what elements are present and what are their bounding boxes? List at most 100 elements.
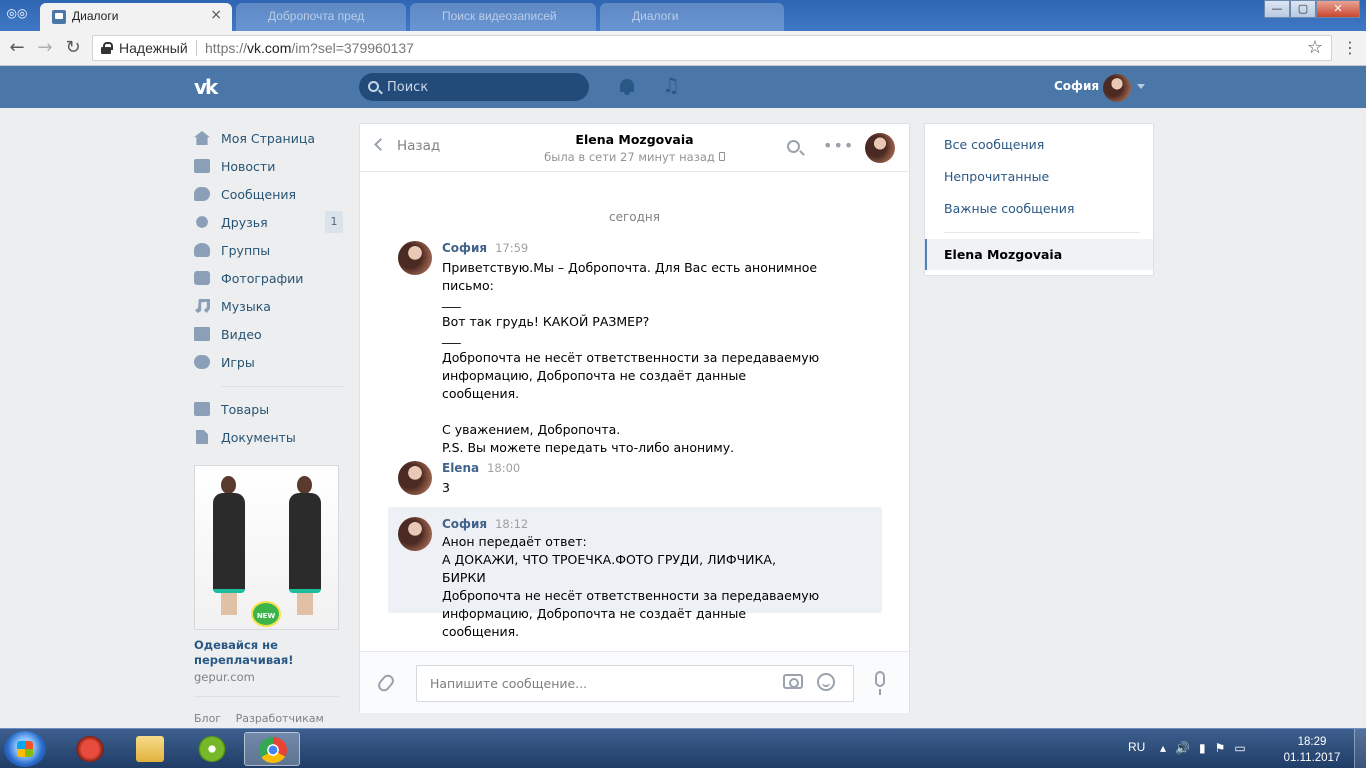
sidebar-item-my-page[interactable]: Моя Страница xyxy=(194,124,344,152)
groups-icon xyxy=(194,243,210,257)
message-text: 3 xyxy=(442,479,822,497)
user-name[interactable]: София xyxy=(1054,79,1099,93)
taskbar-app-ccleaner[interactable] xyxy=(62,732,118,766)
language-indicator[interactable]: RU xyxy=(1128,740,1145,754)
message-line: письмо: xyxy=(442,278,494,293)
search-input[interactable] xyxy=(387,78,577,96)
sidebar-item-documents[interactable]: Документы xyxy=(194,423,344,451)
sidebar-item-games[interactable]: Игры xyxy=(194,348,344,376)
message[interactable]: София 17:59 Приветствую.Мы – Добропочта. … xyxy=(388,241,882,455)
friends-count-badge: 1 xyxy=(325,211,343,233)
search-icon[interactable] xyxy=(787,140,800,153)
show-desktop-button[interactable] xyxy=(1354,729,1366,768)
chevron-down-icon[interactable] xyxy=(1137,84,1145,89)
sidebar-item-market[interactable]: Товары xyxy=(194,395,344,423)
chat-panel: Назад Elena Mozgovaia была в сети 27 мин… xyxy=(359,123,910,713)
maximize-button[interactable]: ▢ xyxy=(1290,0,1316,18)
filter-unread[interactable]: Непрочитанные xyxy=(944,169,1049,184)
clock-time: 18:29 xyxy=(1297,736,1327,748)
lock-icon xyxy=(101,42,113,54)
minimize-button[interactable]: — xyxy=(1264,0,1290,18)
paperclip-icon[interactable] xyxy=(375,672,397,694)
dialog-filter-panel: Все сообщения Непрочитанные Важные сообщ… xyxy=(924,123,1154,276)
avatar[interactable] xyxy=(1103,74,1131,102)
mobile-phone-icon xyxy=(718,152,725,161)
more-dots-icon[interactable]: ••• xyxy=(823,136,854,155)
sidebar-item-label: Сообщения xyxy=(221,186,297,202)
system-tray-icons[interactable]: ▴🔊▮⚑▭ xyxy=(1160,741,1255,755)
tab-dialogs[interactable]: Диалоги × xyxy=(40,3,232,31)
start-button[interactable] xyxy=(4,731,46,767)
music-note-icon[interactable]: ♫ xyxy=(662,73,680,97)
address-bar[interactable]: Надежный https://vk.com/im?sel=379960137… xyxy=(92,35,1332,61)
peer-avatar[interactable] xyxy=(865,133,895,163)
ad-title[interactable]: Одевайся не переплачивая! xyxy=(194,638,339,668)
message-author[interactable]: София xyxy=(442,241,487,255)
music-icon xyxy=(194,299,210,313)
bookmark-star-icon[interactable]: ☆ xyxy=(1307,37,1323,58)
tab-close-icon[interactable]: × xyxy=(210,7,222,23)
url-scheme: https:// xyxy=(205,40,248,56)
url-path: /im?sel=379960137 xyxy=(291,40,414,56)
message-line: Приветствую.Мы – Добропочта. Для Вас ест… xyxy=(442,260,818,275)
sidebar-item-news[interactable]: Новости xyxy=(194,152,344,180)
back-arrow-icon[interactable]: ← xyxy=(6,37,28,59)
browser-toolbar: ← → ↻ Надежный https://vk.com/im?sel=379… xyxy=(0,31,1366,66)
footer-link-developers[interactable]: Разработчикам xyxy=(236,712,324,725)
emoji-smile-icon[interactable] xyxy=(817,673,835,691)
sidebar-item-groups[interactable]: Группы xyxy=(194,236,344,264)
tab-video-search[interactable]: Поиск видеозаписей xyxy=(410,3,596,31)
message-line: А ДОКАЖИ, ЧТО ТРОЕЧКА.ФОТО ГРУДИ, ЛИФЧИК… xyxy=(442,552,776,585)
close-window-button[interactable]: ✕ xyxy=(1316,0,1360,18)
sidebar-item-photos[interactable]: Фотографии xyxy=(194,264,344,292)
message-author[interactable]: София xyxy=(442,517,487,531)
search-box[interactable] xyxy=(359,73,589,101)
sidebar-item-messages[interactable]: Сообщения xyxy=(194,180,344,208)
sidebar-item-label: Друзья xyxy=(221,214,268,230)
bell-icon[interactable] xyxy=(619,78,635,96)
avatar[interactable] xyxy=(398,241,432,275)
vk-header: vk ♫ София xyxy=(0,66,1366,108)
avatar[interactable] xyxy=(398,517,432,551)
message-selected[interactable]: София 18:12 Анон передаёт ответ: А ДОКАЖИ… xyxy=(388,507,882,639)
document-icon xyxy=(196,430,208,444)
windows-taskbar: RU ▴🔊▮⚑▭ 18:29 01.11.2017 xyxy=(0,728,1366,768)
url-host: vk.com xyxy=(247,40,292,56)
avatar[interactable] xyxy=(398,461,432,495)
tab-dobropochta[interactable]: Добропочта пред xyxy=(236,3,406,31)
message-author[interactable]: Elena xyxy=(442,461,479,475)
camera-icon[interactable] xyxy=(783,674,803,689)
sidebar-item-friends[interactable]: Друзья 1 xyxy=(194,208,344,236)
forward-arrow-icon[interactable]: → xyxy=(34,37,56,59)
sidebar-item-label: Видео xyxy=(221,326,262,342)
tab-dialogs-2[interactable]: Диалоги xyxy=(600,3,784,31)
filter-important[interactable]: Важные сообщения xyxy=(944,201,1074,216)
ad-image[interactable]: NEW xyxy=(194,465,339,630)
filter-all-messages[interactable]: Все сообщения xyxy=(944,137,1044,152)
taskbar-clock[interactable]: 18:29 01.11.2017 xyxy=(1282,734,1342,766)
sidebar-item-music[interactable]: Музыка xyxy=(194,292,344,320)
search-icon xyxy=(368,81,379,92)
taskbar-app-utorrent[interactable] xyxy=(184,732,240,766)
active-dialog-name: Elena Mozgovaia xyxy=(944,247,1063,262)
message-header: София 18:12 xyxy=(442,517,528,531)
reload-icon[interactable]: ↻ xyxy=(62,37,84,59)
taskbar-app-chrome[interactable] xyxy=(244,732,300,766)
message[interactable]: Elena 18:00 3 xyxy=(388,461,882,501)
message-header: Elena 18:00 xyxy=(442,461,520,475)
ad-model-figure xyxy=(207,476,251,616)
sidebar-ad[interactable]: NEW Одевайся не переплачивая! gepur.com xyxy=(194,465,339,697)
footer-link-blog[interactable]: Блог xyxy=(194,712,221,725)
active-dialog-item[interactable]: Elena Mozgovaia xyxy=(925,239,1153,270)
ad-domain[interactable]: gepur.com xyxy=(194,670,339,684)
browser-menu-icon[interactable]: ⋮ xyxy=(1342,38,1358,57)
sidebar-item-video[interactable]: Видео xyxy=(194,320,344,348)
microphone-icon[interactable] xyxy=(875,671,885,695)
vk-logo[interactable]: vk xyxy=(194,75,218,99)
browser-tab-strip: ◎◎ Диалоги × Добропочта пред Поиск видео… xyxy=(0,0,1366,31)
message-line: Вот так грудь! КАКОЙ РАЗМЕР? xyxy=(442,314,650,329)
sidebar-item-label: Фотографии xyxy=(221,270,304,286)
tab-title: Диалоги xyxy=(632,9,679,23)
message-time: 17:59 xyxy=(495,241,529,255)
taskbar-app-explorer[interactable] xyxy=(122,732,178,766)
